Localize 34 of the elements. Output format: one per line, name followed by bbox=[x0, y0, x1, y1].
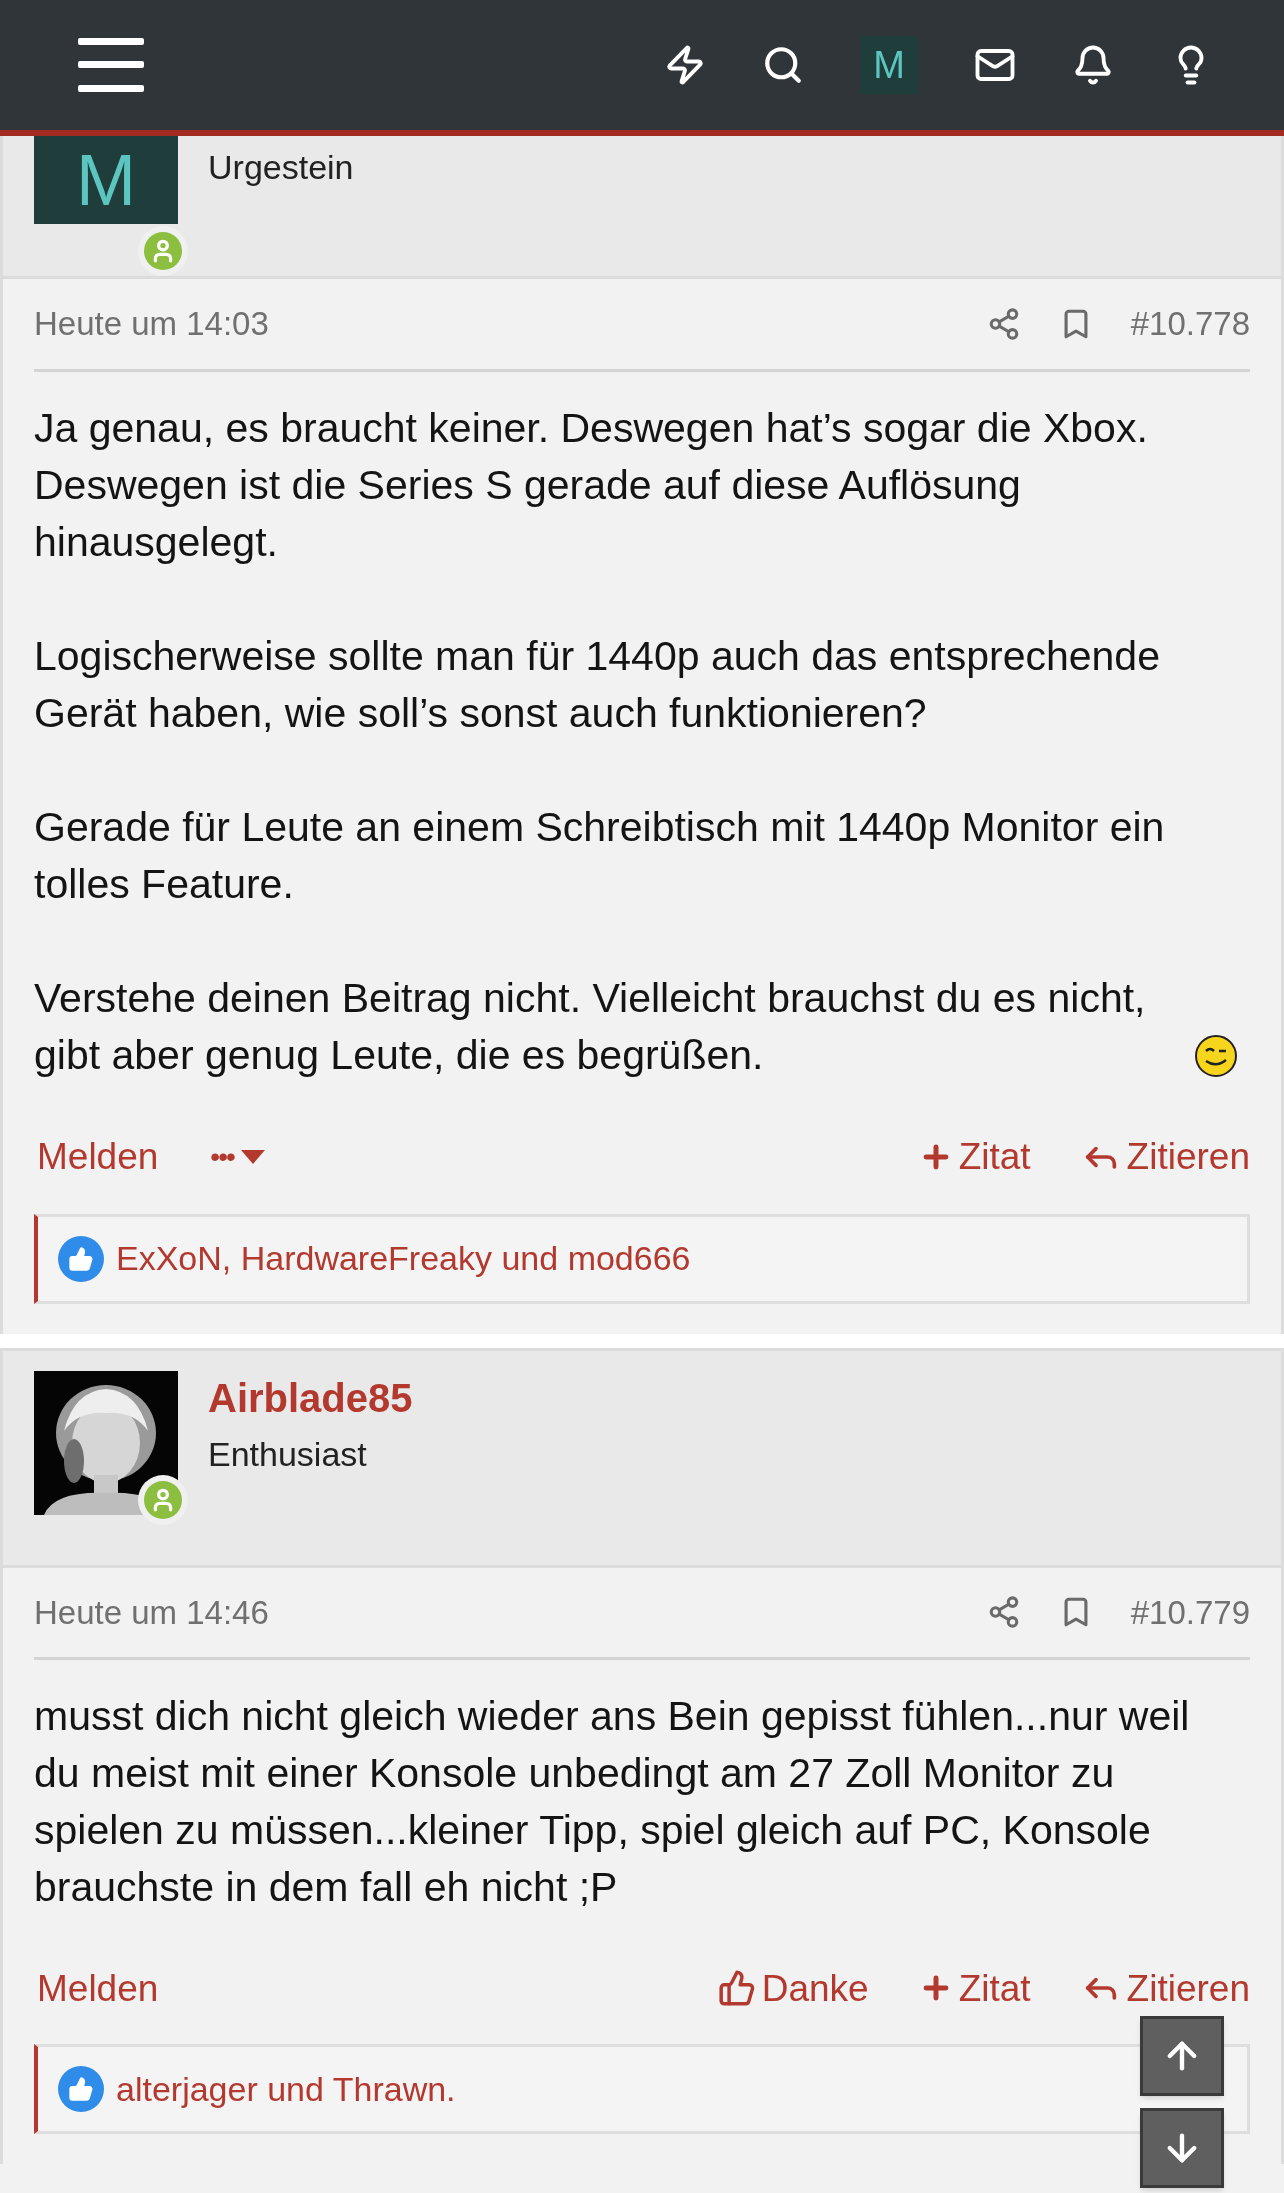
scroll-down-button[interactable] bbox=[1140, 2108, 1224, 2188]
menu-icon[interactable] bbox=[78, 38, 144, 92]
bell-icon[interactable] bbox=[1072, 44, 1114, 86]
user-title: Urgestein bbox=[208, 147, 354, 188]
user-avatar[interactable]: M bbox=[34, 136, 178, 224]
post-date[interactable]: Heute um 14:03 bbox=[34, 299, 269, 349]
post-number-link[interactable]: #10.778 bbox=[1130, 299, 1250, 349]
user-avatar-button[interactable]: M bbox=[860, 36, 918, 94]
more-menu-button[interactable]: ••• bbox=[210, 1135, 266, 1178]
post-text: Gerade für Leute an einem Schreibtisch mit 1440p Monitor ein tolles Feature. bbox=[34, 802, 1166, 909]
quote-button[interactable]: Zitat bbox=[918, 1969, 1031, 2007]
report-link[interactable]: Melden bbox=[37, 1969, 159, 2007]
post-text: musst dich nicht gleich wieder ans Bein gepisst fühlen...nur weil du meist mit einer Konsole unbedingt am 27 Zoll Monitor zu spielen zu müssen...kleiner Tipp, spiel gleich auf PC, Konsole brauchste in dem fall eh nicht ;P bbox=[34, 1692, 1191, 1912]
lightning-icon[interactable] bbox=[664, 44, 706, 86]
post-date[interactable]: Heute um 14:46 bbox=[34, 1587, 269, 1637]
user-title: Enthusiast bbox=[208, 1433, 368, 1475]
post-text: Logischerweise sollte man für 1440p auch das entsprechende Gerät haben, wie soll’s sonst auch funktionieren? bbox=[34, 631, 1161, 738]
reaction-users-link[interactable]: alterjager und Thrawn. bbox=[116, 2063, 456, 2115]
reply-button[interactable]: Zitieren bbox=[1080, 1136, 1250, 1177]
like-reaction-icon bbox=[58, 1235, 104, 1282]
caret-icon bbox=[239, 1148, 266, 1165]
reply-button[interactable]: Zitieren bbox=[1080, 1968, 1250, 2008]
post-text: Ja genau, es braucht keiner. Deswegen hat’s sogar die Xbox. Deswegen ist die Series S gerade auf diese Auflösung hinausgelegt. bbox=[34, 403, 1149, 567]
post-number-link[interactable]: #10.779 bbox=[1130, 1587, 1250, 1637]
search-icon[interactable] bbox=[762, 44, 804, 86]
scroll-up-button[interactable] bbox=[1140, 2016, 1224, 2096]
like-reaction-icon bbox=[58, 2066, 104, 2112]
thumbs-up-icon bbox=[717, 1969, 756, 2007]
username-link[interactable]: Airblade85 bbox=[208, 1372, 413, 1423]
reaction-users-link[interactable]: ExXoN, HardwareFreaky und mod666 bbox=[116, 1233, 691, 1284]
thanks-button[interactable]: Danke bbox=[717, 1969, 869, 2007]
quote-button[interactable]: Zitat bbox=[918, 1138, 1031, 1175]
report-link[interactable]: Melden bbox=[37, 1138, 159, 1175]
post-text: Verstehe deinen Beitrag nicht. Vielleicht brauchst du es nicht, gibt aber genug Leute, die es begrüßen. bbox=[34, 973, 1147, 1080]
